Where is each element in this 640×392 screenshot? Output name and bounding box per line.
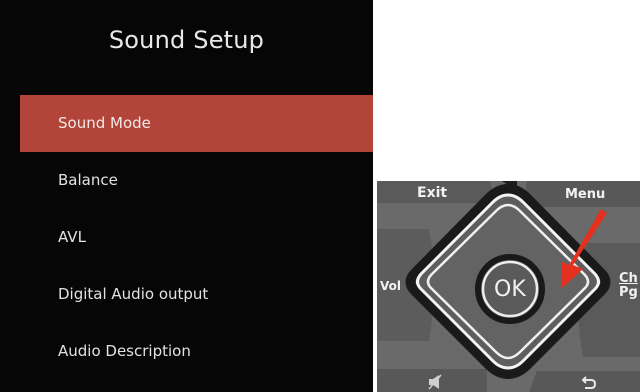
menu-item-avl[interactable]: AVL (20, 209, 373, 266)
remote-control-photo: Exit Menu Vol OK Ch Pg (377, 181, 640, 392)
vol-label[interactable]: Vol (380, 279, 401, 293)
menu-item-digital-audio-output[interactable]: Digital Audio output (20, 266, 373, 323)
menu-label[interactable]: Menu (565, 187, 605, 202)
ch-label[interactable]: Ch (619, 271, 638, 286)
exit-label[interactable]: Exit (417, 185, 447, 201)
menu-item-audio-description[interactable]: Audio Description (20, 323, 373, 380)
menu-title: Sound Setup (108, 26, 265, 54)
ok-label[interactable]: OK (494, 277, 526, 302)
menu-list: Sound Mode Balance AVL Digital Audio out… (20, 95, 373, 380)
pg-label[interactable]: Pg (619, 285, 638, 300)
menu-item-sound-mode[interactable]: Sound Mode (20, 95, 373, 152)
tv-menu-panel: Sound Setup Sound Mode Balance AVL Digit… (0, 0, 373, 392)
menu-item-balance[interactable]: Balance (20, 152, 373, 209)
